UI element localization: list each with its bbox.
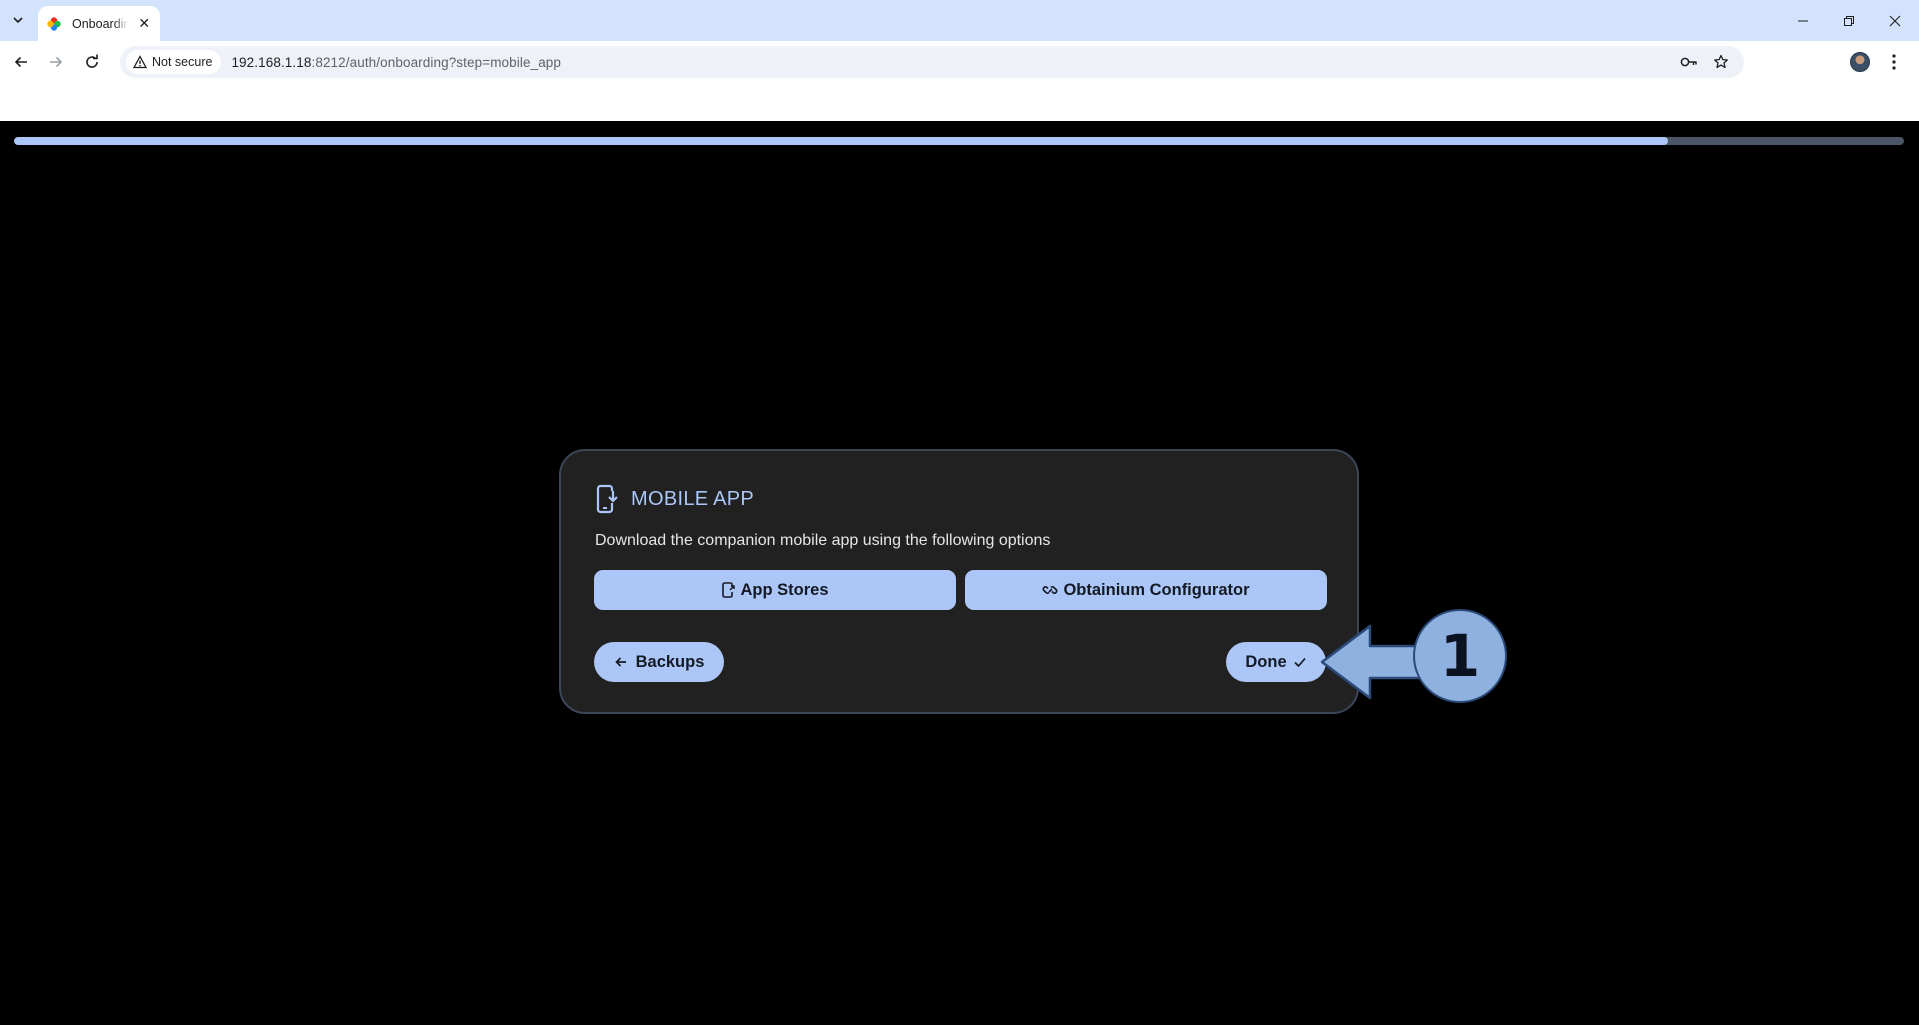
browser-tabstrip: Onboarding ✕	[0, 0, 1919, 41]
minimize-icon[interactable]	[1780, 0, 1826, 41]
onboarding-progress-fill	[14, 137, 1668, 145]
menu-kebab-icon[interactable]	[1884, 51, 1904, 73]
link-icon	[1042, 586, 1058, 594]
bookmark-star-icon[interactable]	[1712, 53, 1730, 71]
annotation-step-badge: 1	[1413, 609, 1507, 703]
done-label: Done	[1245, 652, 1287, 671]
tab-title: Onboarding	[72, 16, 129, 31]
security-chip[interactable]: Not secure	[126, 50, 222, 74]
check-icon	[1294, 657, 1306, 668]
password-key-icon[interactable]	[1680, 53, 1698, 71]
browser-tab[interactable]: Onboarding ✕	[38, 6, 160, 41]
forward-icon[interactable]	[43, 49, 69, 75]
phone-download-icon	[596, 484, 618, 514]
close-window-icon[interactable]	[1872, 0, 1918, 41]
page-header-area	[0, 81, 1919, 121]
onboarding-card: MOBILE APP Download the companion mobile…	[559, 449, 1359, 714]
address-bar[interactable]: Not secure 192.168.1.18:8212/auth/onboar…	[120, 46, 1744, 78]
restore-icon[interactable]	[1826, 0, 1872, 41]
backups-label: Backups	[635, 652, 705, 671]
reload-icon[interactable]	[79, 49, 105, 75]
done-button[interactable]: Done	[1226, 642, 1326, 682]
arrow-left-icon	[614, 657, 626, 667]
back-icon[interactable]	[8, 49, 34, 75]
app-stores-button[interactable]: App Stores	[594, 570, 956, 610]
card-header: MOBILE APP	[595, 484, 754, 514]
browser-toolbar: Not secure 192.168.1.18:8212/auth/onboar…	[0, 41, 1919, 81]
backups-back-button[interactable]: Backups	[594, 642, 724, 682]
security-label: Not secure	[152, 55, 213, 69]
warning-icon	[133, 55, 147, 69]
obtainium-label: Obtainium Configurator	[1063, 580, 1250, 599]
url-text: 192.168.1.18:8212/auth/onboarding?step=m…	[231, 54, 562, 70]
app-stores-label: App Stores	[740, 580, 829, 599]
tab-close-icon[interactable]: ✕	[136, 15, 152, 32]
tab-search-icon[interactable]	[6, 8, 30, 32]
card-description: Download the companion mobile app using …	[595, 532, 1051, 549]
immich-favicon-icon	[47, 16, 61, 31]
card-title: MOBILE APP	[631, 487, 755, 510]
profile-avatar[interactable]	[1850, 52, 1870, 72]
onboarding-progress-bar	[14, 137, 1904, 145]
phone-link-icon	[722, 582, 736, 598]
annotation-arrow	[1320, 624, 1426, 700]
obtainium-configurator-button[interactable]: Obtainium Configurator	[965, 570, 1327, 610]
